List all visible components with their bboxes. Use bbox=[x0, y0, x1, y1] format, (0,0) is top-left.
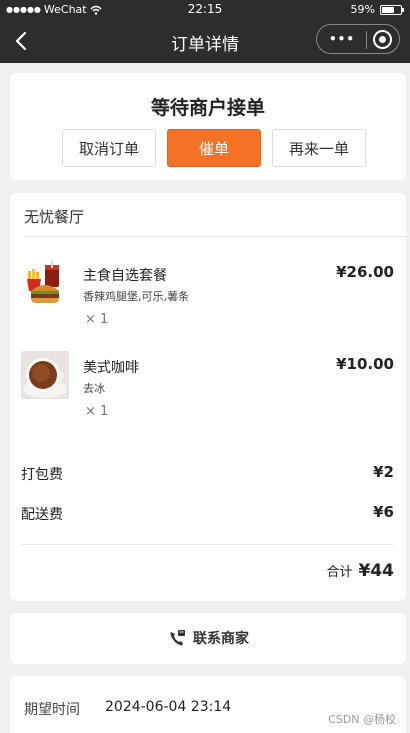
coffee-cup-image bbox=[21, 351, 69, 399]
delivery-fee-label: 配送费 bbox=[21, 507, 63, 523]
packing-fee-label: 打包费 bbox=[21, 467, 63, 483]
item-price: ¥26.00 bbox=[336, 263, 394, 281]
order-state-text: 等待商户接单 bbox=[150, 97, 265, 119]
contact-merchant-card[interactable]: 联系商家 bbox=[10, 613, 406, 664]
mini-program-capsule: ••• bbox=[316, 24, 400, 54]
total-label: 合计 bbox=[326, 565, 353, 580]
divider bbox=[21, 544, 394, 545]
item-description: 去冰 bbox=[83, 382, 105, 395]
expected-time-value: 2024-06-04 23:14 bbox=[105, 699, 232, 715]
navigation-bar: 订单详情 ••• bbox=[0, 20, 410, 63]
total-value: ¥44 bbox=[358, 561, 395, 581]
item-quantity: × 1 bbox=[85, 312, 109, 327]
order-detail-card: 无忧餐厅 主食自选套餐 香辣鸡腿堡,可乐,薯条 × 1 ¥26.00 美式咖啡 … bbox=[10, 193, 406, 601]
order-total: 合计 ¥44 bbox=[326, 561, 394, 581]
urge-order-button[interactable]: 催单 bbox=[167, 129, 261, 167]
contact-merchant-button[interactable]: 联系商家 bbox=[10, 628, 406, 648]
divider bbox=[24, 236, 406, 237]
item-description: 香辣鸡腿堡,可乐,薯条 bbox=[83, 290, 189, 303]
contact-merchant-label: 联系商家 bbox=[193, 631, 249, 647]
capsule-divider bbox=[366, 31, 367, 49]
burger-combo-image bbox=[21, 259, 69, 307]
reorder-button[interactable]: 再来一单 bbox=[272, 129, 366, 167]
expected-time-label: 期望时间 bbox=[24, 702, 80, 718]
item-name: 美式咖啡 bbox=[83, 360, 139, 376]
cancel-order-button[interactable]: 取消订单 bbox=[62, 129, 156, 167]
item-name: 主食自选套餐 bbox=[83, 268, 167, 284]
close-target-icon[interactable] bbox=[373, 30, 392, 49]
shop-name: 无忧餐厅 bbox=[24, 208, 85, 226]
more-menu-icon[interactable]: ••• bbox=[329, 32, 355, 46]
battery-percent: 59% bbox=[350, 3, 375, 16]
packing-fee-value: ¥2 bbox=[373, 463, 394, 481]
status-bar: ●●●●● WeChat 22:15 59% bbox=[0, 0, 410, 20]
watermark: CSDN @杨校 bbox=[328, 713, 396, 726]
phone-icon bbox=[170, 630, 185, 646]
order-status-card: 等待商户接单 取消订单 催单 再来一单 bbox=[10, 73, 406, 180]
item-price: ¥10.00 bbox=[336, 355, 394, 373]
item-quantity: × 1 bbox=[85, 404, 109, 419]
battery-icon bbox=[380, 4, 404, 15]
battery-status: 59% bbox=[350, 3, 404, 16]
clock: 22:15 bbox=[187, 2, 223, 16]
delivery-fee-value: ¥6 bbox=[373, 503, 394, 521]
